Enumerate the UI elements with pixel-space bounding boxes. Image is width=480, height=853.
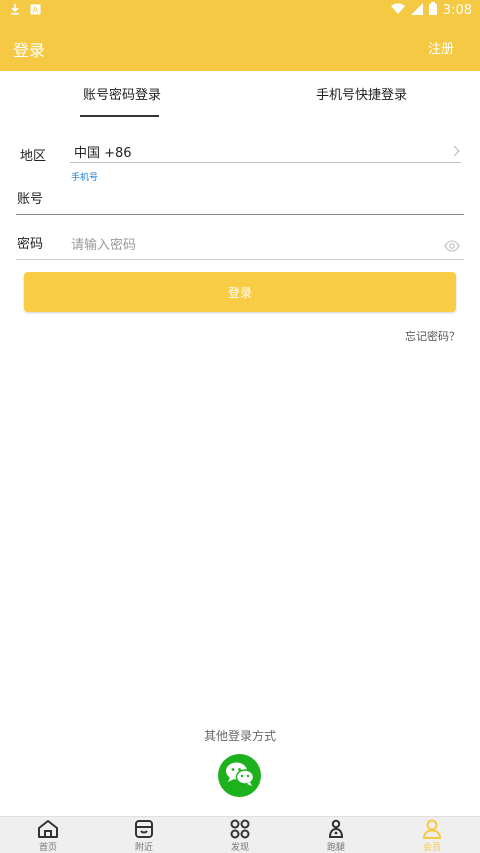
nav-item-nearby[interactable]: 附近 bbox=[114, 819, 174, 853]
nav-item-home[interactable]: 首页 bbox=[18, 819, 78, 853]
account-label: 账号 bbox=[17, 192, 44, 207]
nav-label-errand: 跑腿 bbox=[326, 843, 345, 853]
top-bar: A 3:08 登录 注册 bbox=[0, 0, 480, 71]
region-divider bbox=[70, 162, 461, 163]
active-tab-indicator bbox=[80, 115, 159, 117]
status-bar: A 3:08 bbox=[0, 0, 480, 22]
download-icon bbox=[10, 3, 20, 19]
region-value[interactable]: 中国 +86 bbox=[74, 142, 132, 161]
login-button[interactable]: 登录 bbox=[24, 272, 456, 312]
bottom-navigation: 首页 附近 发现 跑腿 会员 bbox=[0, 816, 480, 853]
nav-item-member[interactable]: 会员 bbox=[402, 819, 462, 853]
home-icon bbox=[18, 819, 78, 839]
errand-icon bbox=[306, 819, 366, 839]
wechat-icon bbox=[225, 761, 255, 791]
password-divider bbox=[16, 259, 464, 260]
nav-item-errand[interactable]: 跑腿 bbox=[306, 819, 366, 853]
tab-phone-quick-login[interactable]: 手机号快捷登录 bbox=[316, 84, 407, 103]
forgot-password-link[interactable]: 忘记密码？ bbox=[405, 328, 460, 344]
other-login-label: 其他登录方式 bbox=[203, 729, 276, 743]
wifi-icon bbox=[390, 2, 405, 19]
signal-icon bbox=[410, 2, 423, 19]
tab-account-password[interactable]: 账号密码登录 bbox=[83, 84, 161, 103]
password-input[interactable]: 请输入密码 bbox=[71, 234, 136, 253]
status-time: 3:08 bbox=[442, 3, 472, 18]
account-input[interactable] bbox=[70, 182, 462, 214]
account-divider bbox=[16, 214, 464, 215]
nav-label-nearby: 附近 bbox=[134, 843, 153, 853]
chevron-right-icon[interactable] bbox=[453, 142, 461, 161]
app-notification-icon: A bbox=[30, 4, 41, 19]
nav-label-home: 首页 bbox=[38, 843, 57, 853]
discover-icon bbox=[210, 819, 270, 839]
eye-icon[interactable] bbox=[444, 237, 460, 256]
password-label: 密码 bbox=[17, 237, 44, 252]
register-button[interactable]: 注册 bbox=[428, 38, 454, 57]
region-label: 地区 bbox=[20, 149, 47, 164]
battery-icon bbox=[428, 2, 437, 19]
nav-label-member: 会员 bbox=[422, 843, 441, 853]
user-icon bbox=[402, 819, 462, 839]
nav-label-discover: 发现 bbox=[230, 843, 249, 853]
store-icon bbox=[114, 819, 174, 839]
wechat-login-button[interactable] bbox=[218, 754, 261, 797]
nav-item-discover[interactable]: 发现 bbox=[210, 819, 270, 853]
page-title: 登录 bbox=[13, 41, 46, 60]
svg-text:A: A bbox=[33, 5, 39, 14]
